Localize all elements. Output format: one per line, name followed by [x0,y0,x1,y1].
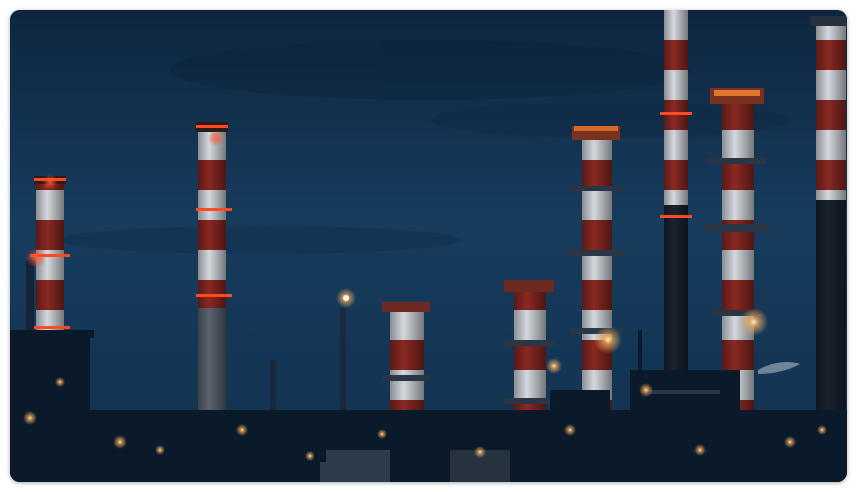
refinery-scene [10,10,847,482]
image-frame [0,0,857,492]
stack-dark-tall [660,10,692,375]
refinery-photo [10,10,847,482]
